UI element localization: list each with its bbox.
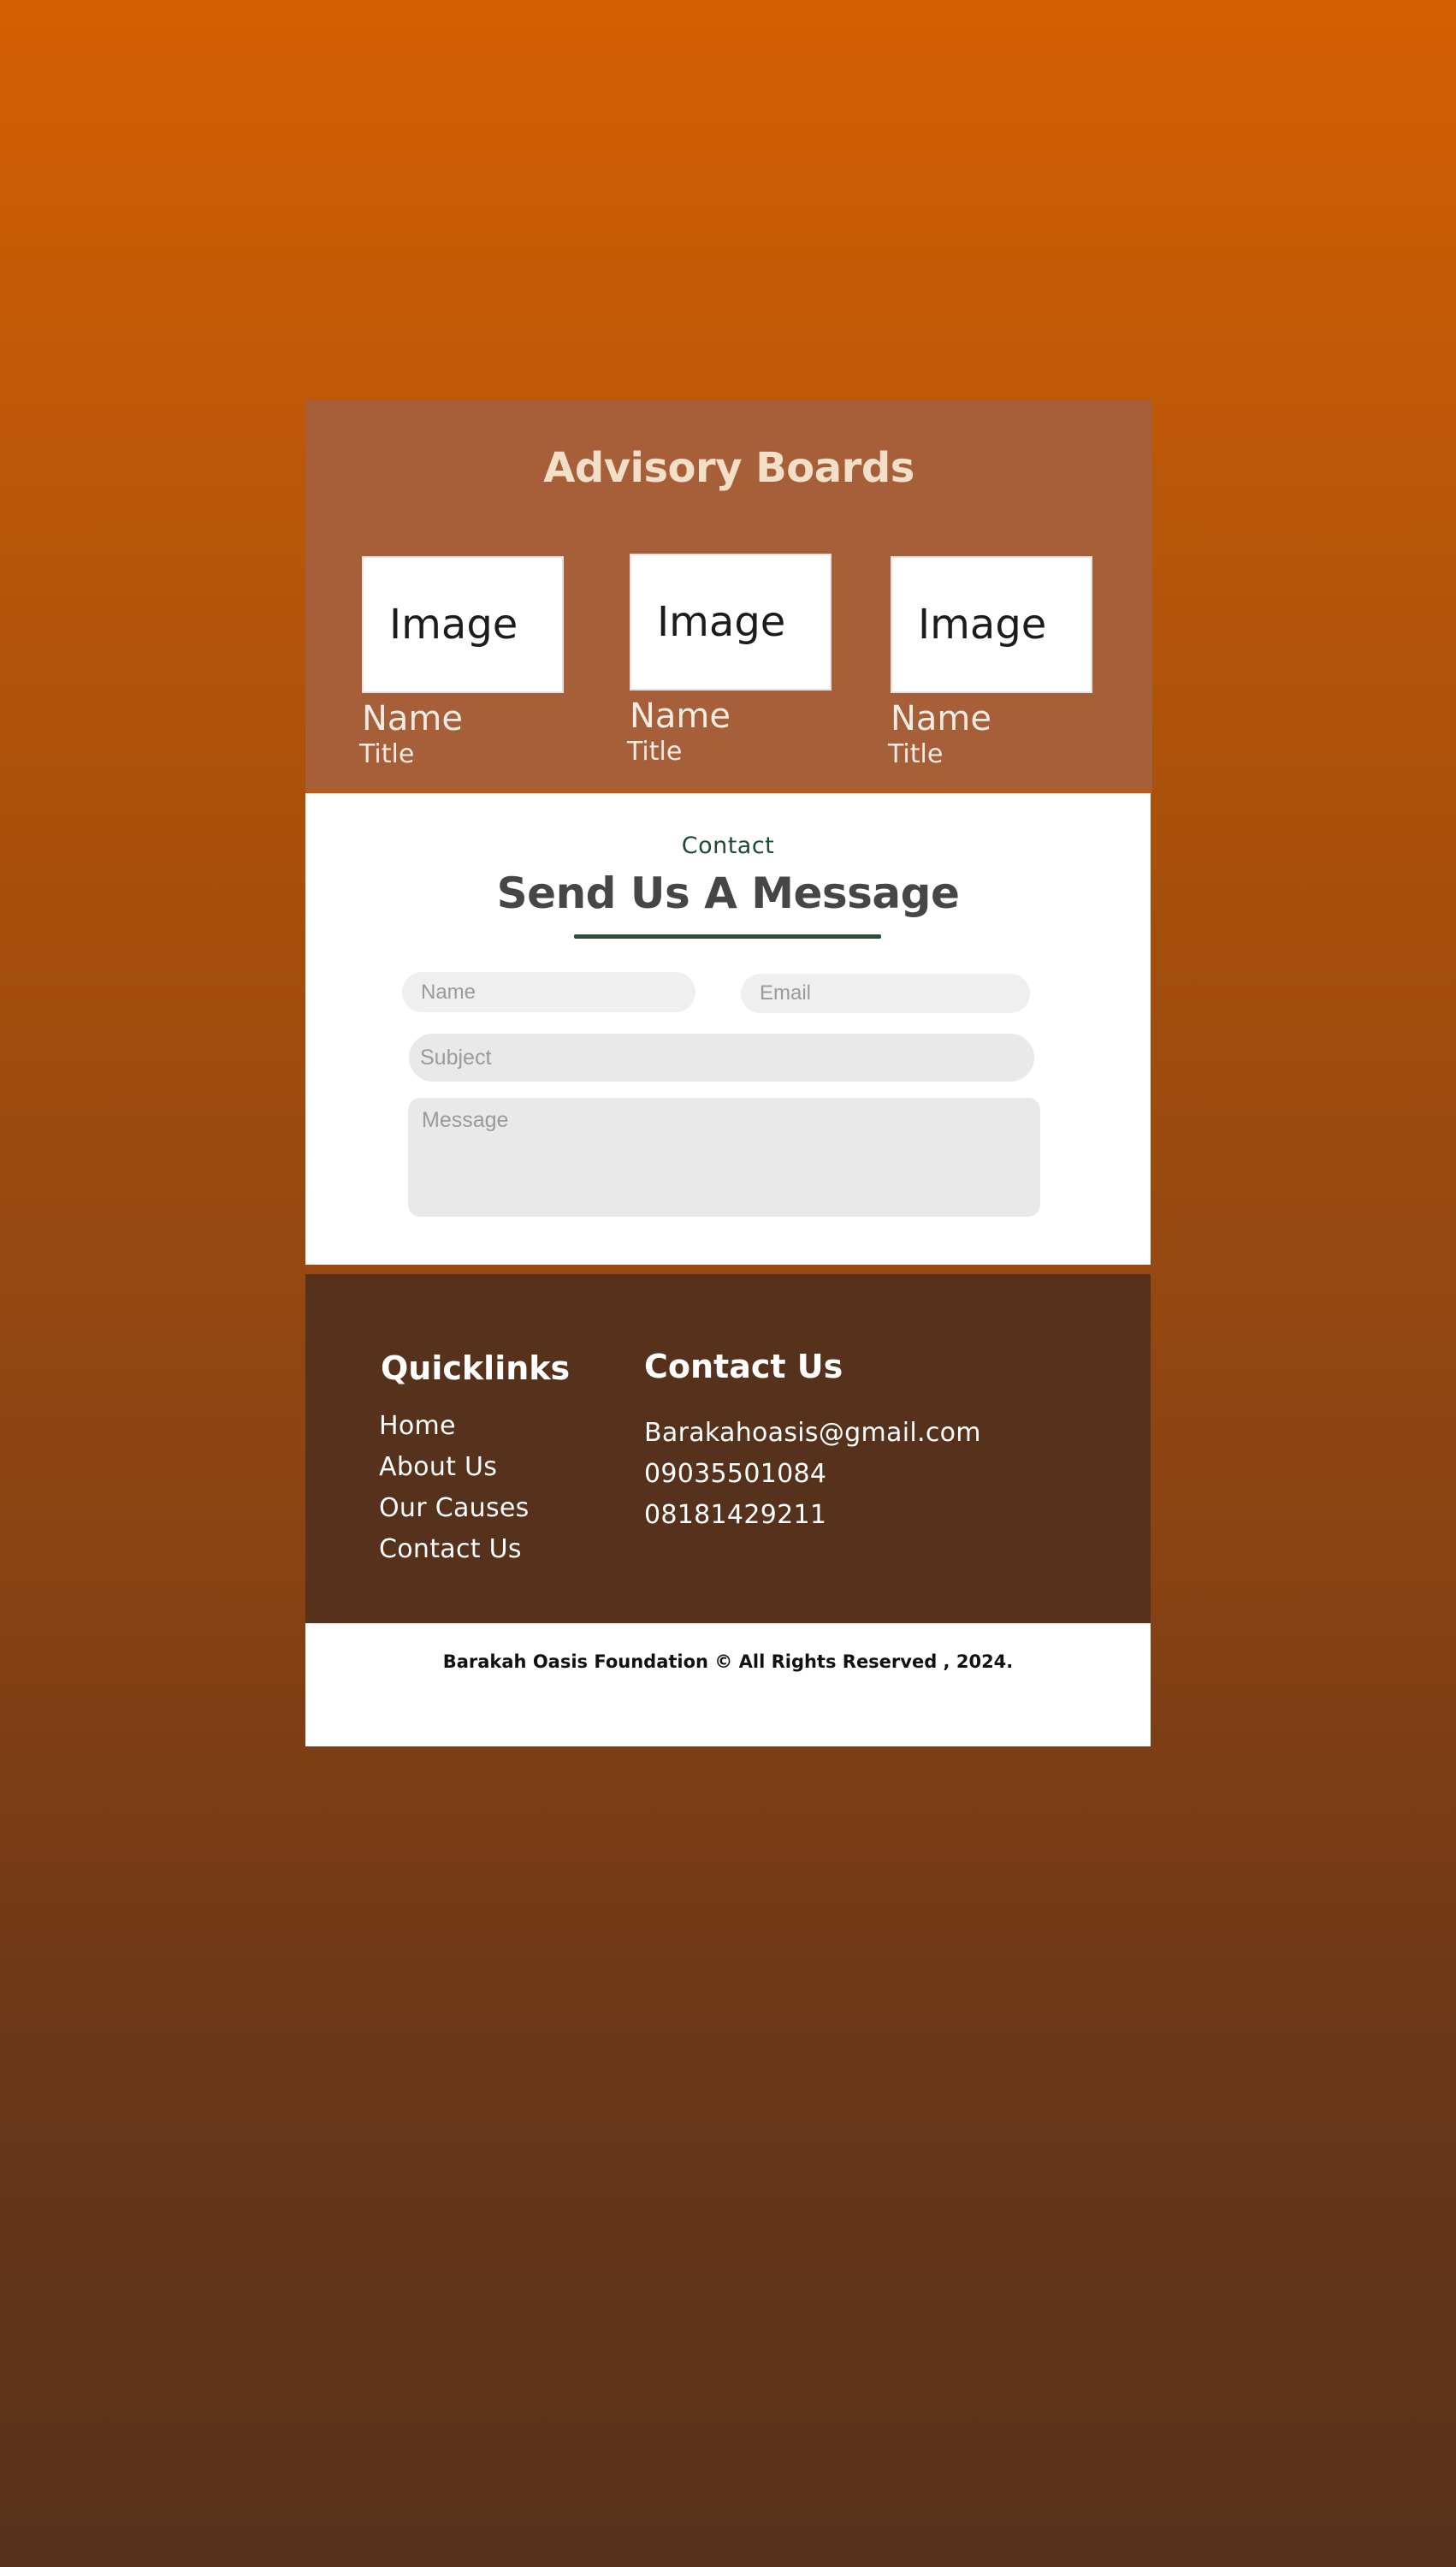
member-image-placeholder: Image: [630, 554, 832, 691]
member-name: Name: [630, 697, 731, 736]
advisory-boards-section: Advisory Boards Image Name Title Image N…: [305, 400, 1152, 793]
footer: Quicklinks Home About Us Our Causes Cont…: [305, 1274, 1151, 1623]
email-field[interactable]: [741, 974, 1030, 1013]
subject-field[interactable]: [409, 1034, 1034, 1082]
footer-divider: [305, 1265, 1151, 1274]
contact-phone: 09035501084: [644, 1459, 827, 1489]
board-member-card: Image Name Title: [627, 554, 835, 768]
heading-underline: [574, 934, 881, 939]
copyright-bar: Barakah Oasis Foundation © All Rights Re…: [305, 1623, 1151, 1746]
member-title: Title: [627, 737, 683, 767]
quicklinks-title: Quicklinks: [381, 1349, 571, 1387]
contact-heading: Send Us A Message: [496, 869, 960, 918]
advisory-title: Advisory Boards: [543, 444, 914, 492]
footer-link-about[interactable]: About Us: [379, 1452, 497, 1482]
message-field[interactable]: [408, 1098, 1040, 1217]
footer-link-causes[interactable]: Our Causes: [379, 1493, 530, 1523]
contact-phone: 08181429211: [644, 1500, 827, 1530]
board-member-card: Image Name Title: [359, 556, 567, 770]
contact-section: Contact Send Us A Message: [305, 793, 1151, 1265]
member-title: Title: [359, 739, 415, 769]
contact-us-title: Contact Us: [644, 1348, 843, 1385]
copyright-text: Barakah Oasis Foundation © All Rights Re…: [442, 1651, 1014, 1672]
page-container: Advisory Boards Image Name Title Image N…: [305, 400, 1152, 1746]
member-image-placeholder: Image: [362, 556, 564, 693]
contact-eyebrow: Contact: [681, 833, 775, 859]
member-title: Title: [888, 739, 944, 769]
contact-email: Barakahoasis@gmail.com: [644, 1418, 981, 1448]
board-member-card: Image Name Title: [888, 556, 1096, 770]
member-name: Name: [891, 699, 992, 738]
member-image-placeholder: Image: [891, 556, 1092, 693]
name-field[interactable]: [402, 972, 695, 1012]
footer-link-home[interactable]: Home: [379, 1411, 456, 1441]
footer-link-contact[interactable]: Contact Us: [379, 1534, 522, 1564]
member-name: Name: [362, 699, 464, 738]
